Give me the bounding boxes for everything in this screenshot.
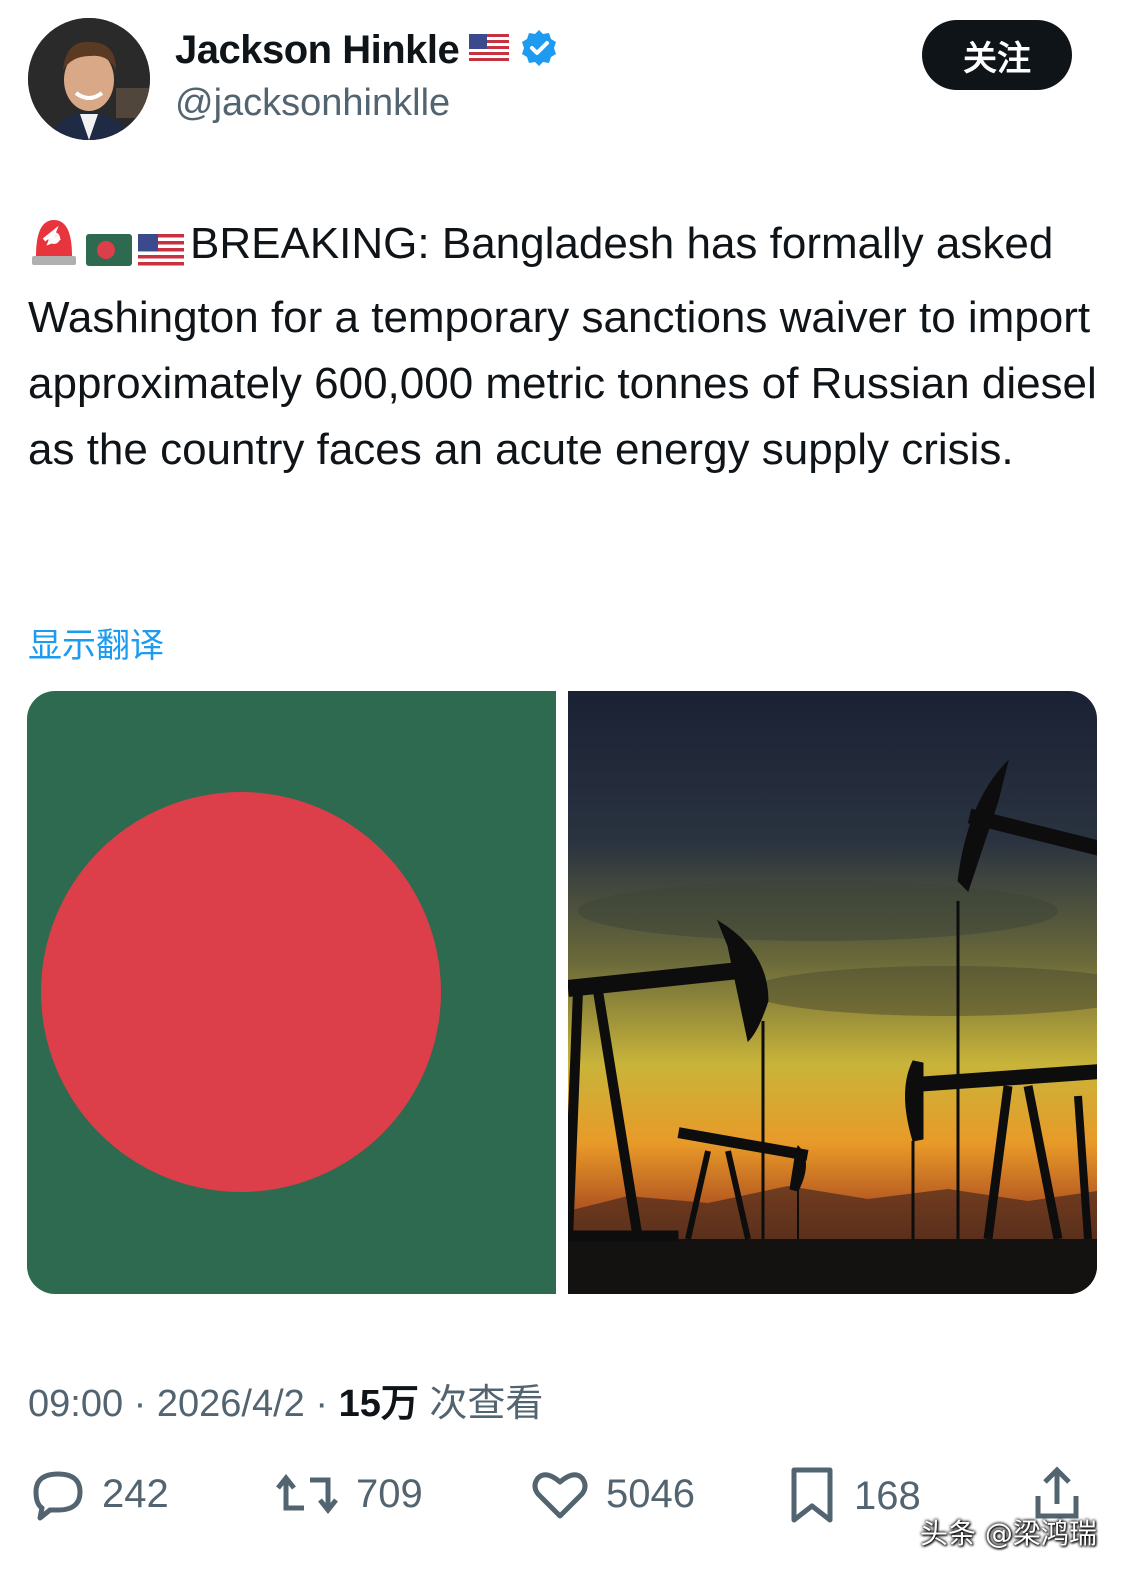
bangladesh-flag-icon: [86, 219, 132, 285]
police-light-icon: [28, 210, 80, 285]
author-name-row[interactable]: Jackson Hinkle: [175, 28, 559, 73]
media-grid: [27, 691, 1097, 1294]
tweet-meta: 09:00 · 2026/4/2 · 15万 次查看: [28, 1372, 543, 1427]
tweet-date[interactable]: 2026/4/2: [157, 1383, 305, 1425]
watermark-text: 头条 @梁鸿瑞: [920, 1517, 1097, 1550]
bookmark-button[interactable]: 168: [786, 1466, 921, 1526]
heart-icon: [532, 1472, 588, 1519]
follow-button[interactable]: 关注: [922, 20, 1072, 90]
author-name[interactable]: Jackson Hinkle: [175, 28, 460, 73]
repost-count: 709: [356, 1471, 423, 1516]
meta-separator: ·: [315, 1383, 329, 1425]
us-flag-icon: [138, 219, 184, 285]
views-count: 15万: [338, 1383, 419, 1425]
tweet-time[interactable]: 09:00: [28, 1383, 123, 1425]
verified-badge-icon: [519, 28, 559, 73]
flag-red-circle: [41, 792, 441, 1192]
tweet-body: BREAKING: Bangladesh has formally asked …: [28, 219, 1097, 474]
avatar-image: [28, 18, 150, 140]
bangladesh-flag-image[interactable]: [27, 691, 556, 1294]
reply-icon: [33, 1471, 83, 1521]
author-handle[interactable]: @jacksonhinklle: [175, 82, 450, 125]
repost-button[interactable]: 709: [274, 1466, 423, 1522]
like-count: 5046: [606, 1471, 695, 1516]
meta-separator: ·: [133, 1383, 147, 1425]
views-label: 次查看: [429, 1383, 544, 1425]
us-flag-icon: [469, 34, 510, 67]
bookmark-icon: [791, 1467, 833, 1523]
repost-icon: [276, 1473, 338, 1515]
avatar[interactable]: [28, 18, 150, 140]
show-translation-link[interactable]: 显示翻译: [28, 618, 164, 667]
tweet-text: BREAKING: Bangladesh has formally asked …: [28, 210, 1098, 483]
oil-pumpjacks-sunset-illustration: [557, 691, 1097, 1294]
bookmark-count: 168: [854, 1473, 921, 1518]
reply-button[interactable]: 242: [28, 1466, 169, 1522]
reply-count: 242: [102, 1471, 169, 1516]
like-button[interactable]: 5046: [530, 1466, 695, 1522]
oil-pumpjacks-image[interactable]: [557, 691, 1097, 1294]
